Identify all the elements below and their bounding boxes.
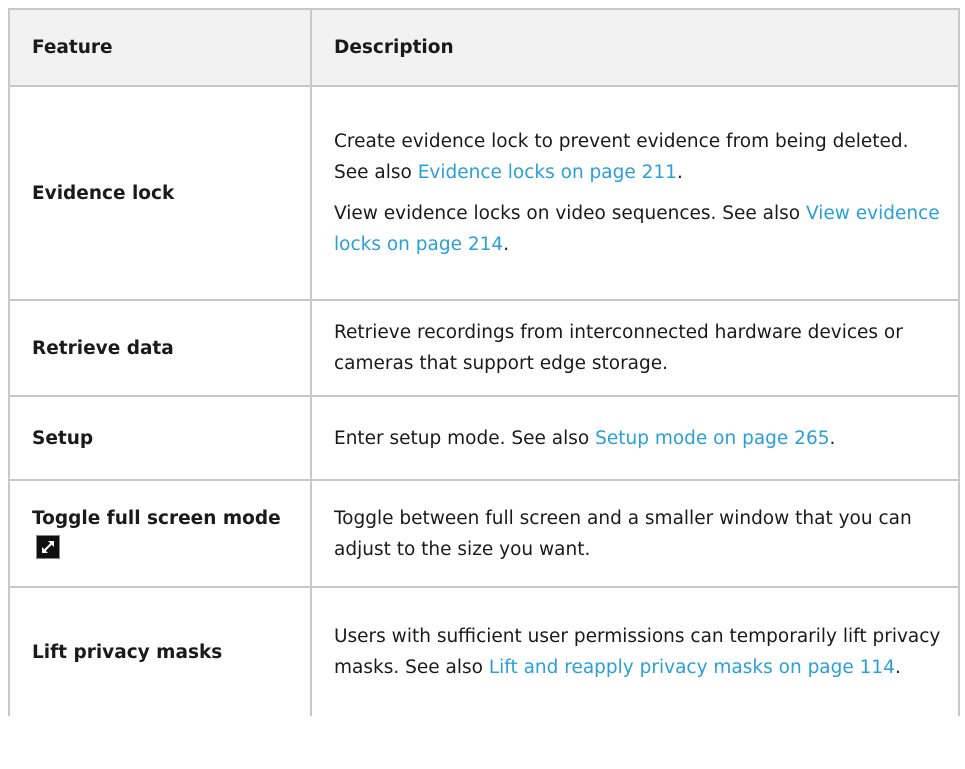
table-header-row: Feature Description xyxy=(8,8,960,87)
features-table: Feature Description Evidence lock Create… xyxy=(8,8,960,716)
description-paragraph: View evidence locks on video sequences. … xyxy=(334,198,944,260)
description-punct: . xyxy=(894,657,901,678)
description-paragraph: Users with sufficient user permissions c… xyxy=(334,621,944,683)
feature-label: Toggle full screen mode xyxy=(32,507,281,529)
table-row: Setup Enter setup mode. See also Setup m… xyxy=(8,396,960,481)
table-row: Lift privacy masks Users with sufficient… xyxy=(8,587,960,716)
header-feature: Feature xyxy=(8,8,312,87)
table-row: Toggle full screen mode Toggle between f… xyxy=(8,480,960,588)
link-evidence-locks[interactable]: Evidence locks on page 211 xyxy=(418,162,677,183)
description-cell: Toggle between full screen and a smaller… xyxy=(310,480,960,588)
description-paragraph: Retrieve recordings from interconnected … xyxy=(334,317,944,379)
description-paragraph: Enter setup mode. See also Setup mode on… xyxy=(334,423,944,454)
link-setup-mode[interactable]: Setup mode on page 265 xyxy=(595,428,829,449)
description-paragraph: Toggle between full screen and a smaller… xyxy=(334,503,944,565)
description-punct: . xyxy=(503,234,510,255)
description-text: Retrieve recordings from interconnected … xyxy=(334,322,903,374)
description-punct: . xyxy=(829,427,836,449)
description-cell: Retrieve recordings from interconnected … xyxy=(310,300,960,397)
feature-lift-privacy-masks: Lift privacy masks xyxy=(8,587,312,716)
link-lift-reapply-privacy-masks[interactable]: Lift and reapply privacy masks on page 1… xyxy=(489,657,895,678)
description-cell: Users with sufficient user permissions c… xyxy=(310,587,960,716)
table-row: Retrieve data Retrieve recordings from i… xyxy=(8,300,960,397)
table-row: Evidence lock Create evidence lock to pr… xyxy=(8,86,960,301)
header-description: Description xyxy=(310,8,960,87)
feature-retrieve-data: Retrieve data xyxy=(8,300,312,397)
feature-evidence-lock: Evidence lock xyxy=(8,86,312,301)
description-punct: . xyxy=(676,162,683,183)
description-cell: Enter setup mode. See also Setup mode on… xyxy=(310,396,960,481)
description-text: Enter setup mode. See also xyxy=(334,427,596,449)
description-cell: Create evidence lock to prevent evidence… xyxy=(310,86,960,301)
feature-setup: Setup xyxy=(8,396,312,481)
description-text: View evidence locks on video sequences. … xyxy=(334,203,806,224)
fullscreen-toggle-icon xyxy=(36,534,60,559)
feature-toggle-full-screen: Toggle full screen mode xyxy=(8,480,312,588)
description-text: Toggle between full screen and a smaller… xyxy=(334,507,912,560)
description-paragraph: Create evidence lock to prevent evidence… xyxy=(334,126,944,188)
